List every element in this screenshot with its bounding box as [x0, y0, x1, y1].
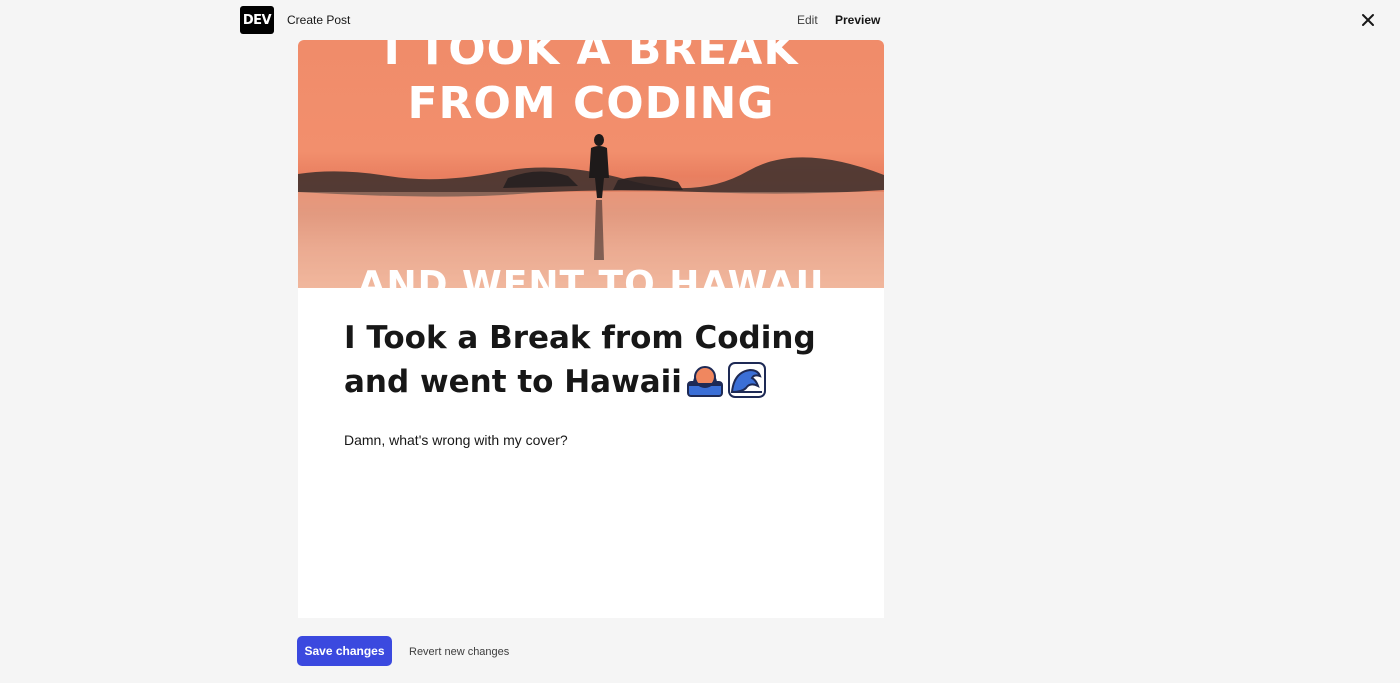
post-body: Damn, what's wrong with my cover?: [344, 432, 568, 448]
dev-logo[interactable]: DEV: [240, 6, 274, 34]
cover-text-line-1: I TOOK A BREAK: [383, 40, 799, 75]
cover-text-line-2: FROM CODING: [407, 78, 775, 129]
top-bar: DEV Create Post Edit Preview: [0, 0, 1400, 40]
post-title: I Took a Break from Coding and went to H…: [344, 316, 844, 404]
tab-preview[interactable]: Preview: [835, 13, 880, 27]
cover-text-line-3: AND WENT TO HAWAII: [357, 264, 825, 288]
sunset-icon: [686, 362, 724, 398]
wave-icon: [727, 362, 766, 398]
cover-image: I TOOK A BREAK FROM CODING AND WENT TO H…: [298, 40, 884, 288]
post-preview-card: I TOOK A BREAK FROM CODING AND WENT TO H…: [298, 40, 884, 618]
revert-changes-button[interactable]: Revert new changes: [409, 646, 509, 658]
close-icon[interactable]: [1359, 11, 1377, 29]
save-changes-button[interactable]: Save changes: [297, 636, 392, 666]
tab-edit[interactable]: Edit: [797, 13, 818, 27]
page-title: Create Post: [287, 13, 351, 27]
